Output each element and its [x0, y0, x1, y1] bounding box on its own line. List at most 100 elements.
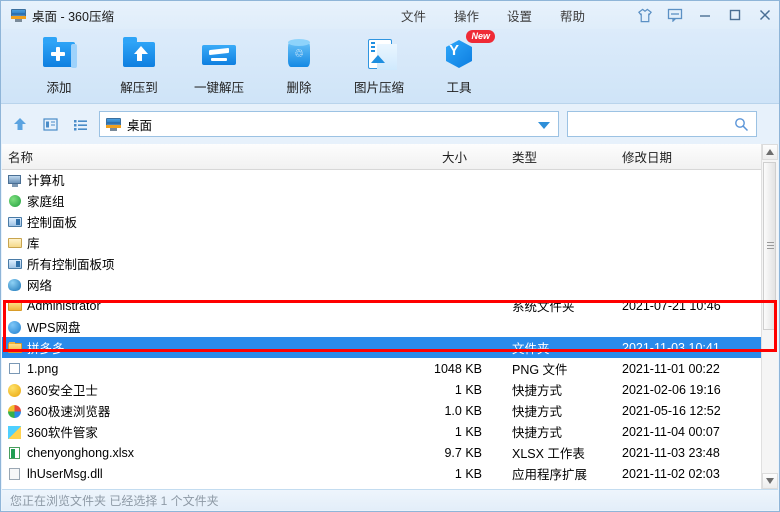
- row-name: chenyonghong.xlsx: [8, 446, 134, 460]
- up-arrow-icon[interactable]: [9, 113, 31, 135]
- table-row[interactable]: Administrator 系统文件夹 2021-07-21 10:46: [2, 295, 762, 316]
- controlpanel-icon: [8, 215, 22, 229]
- table-row[interactable]: 1.png 1048 KB PNG 文件 2021-11-01 00:22: [2, 358, 762, 379]
- vertical-scrollbar[interactable]: [761, 144, 778, 489]
- toolbar-button-tools[interactable]: Y New 工具: [419, 30, 499, 101]
- menu-item-help[interactable]: 帮助: [560, 6, 585, 25]
- xlsx-icon: [8, 446, 22, 460]
- row-name-text: 360软件管家: [27, 426, 98, 440]
- feedback-icon[interactable]: [667, 7, 683, 23]
- toolbar-label-image-compress: 图片压缩: [353, 81, 404, 95]
- toolbar-button-extract-to[interactable]: 解压到: [99, 31, 179, 101]
- row-type: 系统文件夹: [512, 300, 575, 314]
- maximize-button[interactable]: [727, 7, 743, 23]
- row-name: 所有控制面板项: [8, 254, 115, 273]
- search-box[interactable]: [567, 111, 757, 137]
- table-row[interactable]: 网络: [2, 274, 762, 295]
- view-detail-icon[interactable]: [39, 113, 61, 135]
- row-type: 快捷方式: [512, 384, 563, 398]
- table-row[interactable]: WPS网盘: [2, 316, 762, 337]
- row-type: PNG 文件: [512, 363, 568, 377]
- folder-icon: [8, 299, 22, 313]
- row-name: Administrator: [8, 299, 101, 313]
- row-name: 拼多多: [8, 338, 65, 357]
- view-list-icon[interactable]: [69, 113, 91, 135]
- toolbar-label-add: 添加: [46, 81, 72, 95]
- table-row[interactable]: 360极速浏览器 1.0 KB 快捷方式 2021-05-16 12:52: [2, 400, 762, 421]
- row-name-text: chenyonghong.xlsx: [27, 445, 135, 460]
- row-name: 控制面板: [8, 212, 77, 231]
- chevron-down-icon[interactable]: [538, 122, 550, 129]
- row-type: 快捷方式: [512, 405, 563, 419]
- toolbar-button-one-click-extract[interactable]: 一键解压: [179, 31, 259, 101]
- window-title: 桌面 - 360压缩: [32, 9, 114, 24]
- menu-item-settings[interactable]: 设置: [507, 6, 532, 25]
- file-list: 名称 大小 类型 修改日期 计算机家庭组控制面板库所有控制面板项 网络 Admini…: [2, 144, 778, 489]
- search-input[interactable]: [574, 116, 728, 132]
- path-input[interactable]: 桌面: [99, 111, 559, 137]
- row-date: 2021-11-02 02:03: [622, 466, 720, 481]
- table-row[interactable]: chenyonghong.xlsx 9.7 KB XLSX 工作表 2021-11-0…: [2, 442, 762, 463]
- search-icon[interactable]: [734, 117, 749, 135]
- row-name-text: 库: [27, 237, 40, 251]
- row-type: 快捷方式: [512, 426, 563, 440]
- table-row[interactable]: 所有控制面板项: [2, 253, 762, 274]
- skin-shirt-icon[interactable]: [637, 7, 653, 23]
- table-row[interactable]: 360软件管家 1 KB 快捷方式 2021-11-04 00:07: [2, 421, 762, 442]
- image-compress-icon: [361, 36, 397, 70]
- table-row[interactable]: 控制面板: [2, 211, 762, 232]
- menu-bar: 文件 操作 设置 帮助: [401, 1, 585, 29]
- menu-item-file[interactable]: 文件: [401, 6, 426, 25]
- row-size: 1.0 KB: [444, 403, 482, 418]
- table-row-selected[interactable]: 拼多多 文件夹 2021-11-03 10:41: [2, 337, 762, 358]
- table-row[interactable]: 360安全卫士 1 KB 快捷方式 2021-02-06 19:16: [2, 379, 762, 400]
- column-size[interactable]: 大小: [442, 147, 467, 166]
- row-date: 2021-11-03 23:48: [622, 445, 720, 460]
- row-size: 1048 KB: [434, 361, 482, 376]
- row-name: lhUserMsg.dll: [8, 467, 103, 481]
- toolbar-button-add[interactable]: 添加: [19, 31, 99, 101]
- row-size: 1 KB: [454, 424, 482, 439]
- toolbar-label-tools: 工具: [446, 81, 472, 95]
- menu-item-action[interactable]: 操作: [454, 6, 479, 25]
- column-name[interactable]: 名称: [8, 147, 33, 166]
- table-row[interactable]: 库: [2, 232, 762, 253]
- column-date[interactable]: 修改日期: [622, 147, 672, 166]
- row-name: 家庭组: [8, 191, 65, 210]
- 360browser-icon: [8, 404, 22, 418]
- title-left: 桌面 - 360压缩: [1, 6, 114, 25]
- close-button[interactable]: [757, 7, 773, 23]
- row-name: 计算机: [8, 170, 65, 189]
- status-text: 您正在浏览文件夹 已经选择 1 个文件夹: [10, 493, 219, 508]
- column-type[interactable]: 类型: [512, 147, 537, 166]
- row-name-text: WPS网盘: [27, 321, 81, 335]
- row-name-text: 计算机: [27, 174, 65, 188]
- address-bar: 桌面: [1, 104, 779, 144]
- row-name: 360极速浏览器: [8, 401, 110, 420]
- toolbar-button-delete[interactable]: ♲ 删除: [259, 31, 339, 101]
- network-icon: [8, 278, 22, 292]
- minimize-button[interactable]: [697, 7, 713, 23]
- toolbar-button-image-compress[interactable]: 图片压缩: [339, 31, 419, 101]
- row-name-text: lhUserMsg.dll: [27, 466, 103, 481]
- row-name-text: 所有控制面板项: [27, 258, 115, 272]
- row-name-text: 家庭组: [27, 195, 65, 209]
- scrollbar-thumb[interactable]: [763, 162, 776, 330]
- desktop-icon: [11, 8, 26, 22]
- scroll-down-button[interactable]: [762, 473, 778, 489]
- table-row[interactable]: lhUserMsg.dll 1 KB 应用程序扩展 2021-11-02 02:03: [2, 463, 762, 484]
- row-name: 网络: [8, 275, 52, 294]
- row-name-text: 1.png: [27, 361, 59, 376]
- row-size: 1 KB: [454, 382, 482, 397]
- row-name: 库: [8, 233, 40, 252]
- wps-icon: [8, 320, 22, 334]
- table-row[interactable]: 计算机: [2, 169, 762, 190]
- row-size: 9.7 KB: [444, 445, 482, 460]
- folder-icon: [8, 341, 22, 355]
- dll-icon: [8, 467, 22, 481]
- row-name-text: 控制面板: [27, 216, 78, 230]
- table-row[interactable]: 家庭组: [2, 190, 762, 211]
- toolbar-label-extract-to: 解压到: [120, 81, 158, 95]
- row-name-text: 网络: [27, 279, 53, 293]
- scroll-up-button[interactable]: [762, 144, 778, 160]
